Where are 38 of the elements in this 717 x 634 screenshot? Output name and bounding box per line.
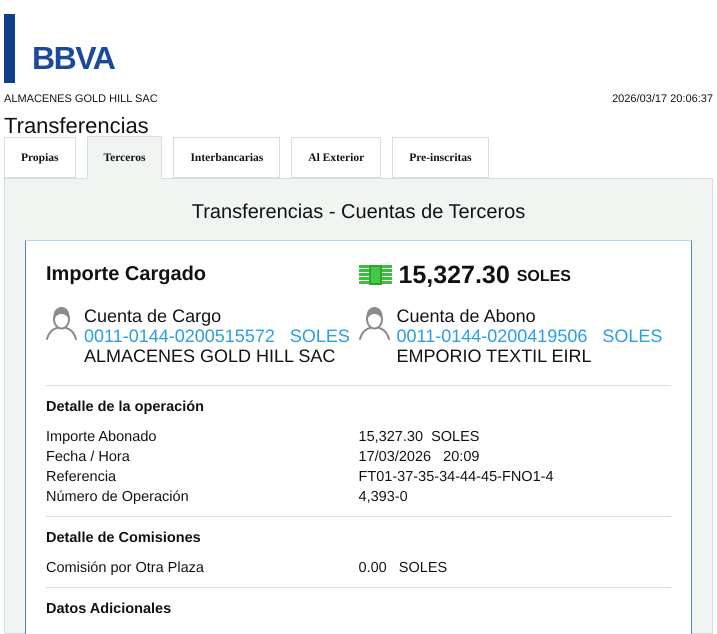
- page-title: Transferencias: [4, 115, 149, 137]
- detail-label: Fecha / Hora: [46, 448, 131, 467]
- person-icon: [46, 306, 77, 340]
- detail-value: 17/03/2026 20:09: [358, 448, 480, 467]
- company-name: ALMACENES GOLD HILL SAC: [4, 92, 158, 106]
- detail-value: FT01-37-35-34-44-45-FNO1-4: [358, 468, 555, 487]
- tab[interactable]: Al Exterior: [291, 137, 382, 178]
- account-number: 0011-0144-0200419506: [396, 326, 588, 346]
- amount: 15,327.30: [398, 262, 510, 288]
- account-number: 0011-0144-0200515572: [84, 326, 275, 346]
- detail-label: Comisión por Otra Plaza: [46, 559, 205, 578]
- summary-label: Importe Cargado: [46, 262, 206, 287]
- account-currency: SOLES: [290, 326, 350, 346]
- tab[interactable]: Terceros: [86, 136, 162, 179]
- account-holder: EMPORIO TEXTIL EIRL: [396, 346, 592, 366]
- detail-label: Número de Operación: [46, 488, 190, 507]
- section-title: Detalle de Comisiones: [46, 529, 202, 548]
- bank-logo: BBVA: [32, 42, 114, 74]
- person-icon: [358, 306, 390, 340]
- date-time: 2026/03/17 20:06:37: [612, 92, 713, 106]
- detail-label: Importe Abonado: [46, 428, 158, 447]
- detail-value: 15,327.30 SOLES: [358, 428, 480, 447]
- tab[interactable]: Interbancarias: [173, 137, 280, 178]
- account-currency: SOLES: [602, 326, 662, 346]
- logo-bar: [4, 14, 15, 83]
- detail-value: 4,393-0: [358, 488, 409, 507]
- section-title: Detalle de la operación: [46, 398, 205, 417]
- section-title: Datos Adicionales: [46, 600, 172, 619]
- panel-title: Transferencias - Cuentas de Terceros: [192, 200, 526, 224]
- money-stack-icon: [358, 265, 392, 285]
- tab[interactable]: Pre-inscritas: [392, 137, 489, 178]
- amount-currency: SOLES: [516, 267, 571, 287]
- account-holder: ALMACENES GOLD HILL SAC: [84, 346, 336, 366]
- account-label: Cuenta de Abono: [396, 306, 536, 326]
- account-label: Cuenta de Cargo: [84, 306, 222, 326]
- detail-value: 0.00 SOLES: [358, 559, 448, 578]
- detail-label: Referencia: [46, 468, 118, 487]
- tab[interactable]: Propias: [4, 137, 76, 178]
